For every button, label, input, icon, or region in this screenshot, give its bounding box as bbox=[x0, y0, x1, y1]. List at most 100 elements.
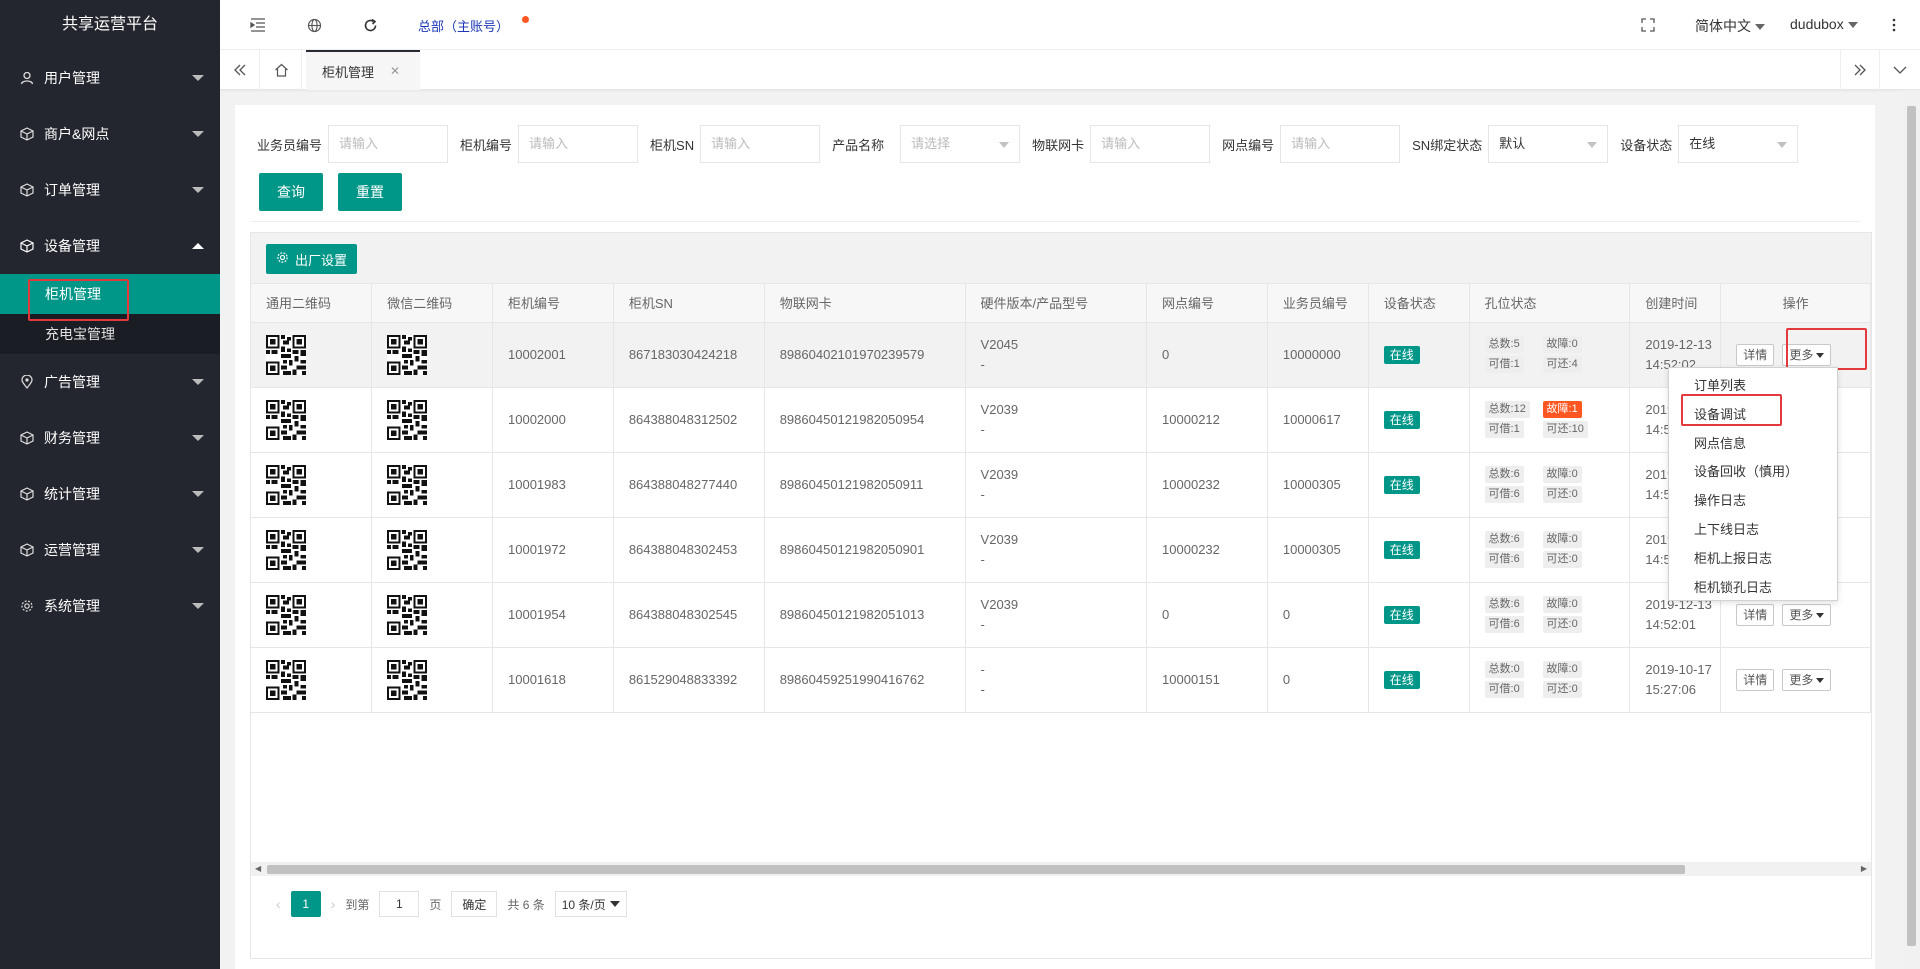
chevron-down-icon bbox=[1777, 142, 1788, 148]
page-size-select[interactable]: 10 条/页 bbox=[554, 891, 627, 917]
tabs-scroll-left-icon[interactable] bbox=[220, 50, 260, 90]
language-select[interactable]: 简体中文 bbox=[1695, 16, 1765, 36]
sidebar-item-operations[interactable]: 运营管理 bbox=[0, 522, 220, 578]
factory-reset-button[interactable]: 出厂设置 bbox=[266, 244, 358, 274]
sidebar-item-merchant[interactable]: 商户&网点 bbox=[0, 106, 220, 162]
product-model: - bbox=[980, 681, 985, 697]
next-page-icon[interactable]: › bbox=[331, 896, 336, 912]
reset-button[interactable]: 重置 bbox=[338, 173, 402, 211]
status-badge: 在线 bbox=[1383, 345, 1420, 364]
prev-page-icon[interactable]: ‹ bbox=[276, 896, 281, 912]
outlet-no-input[interactable]: 请输入 bbox=[1280, 125, 1401, 163]
iot-card-input[interactable]: 请输入 bbox=[1090, 125, 1211, 163]
qrcode-icon[interactable] bbox=[387, 334, 492, 375]
filter-row: 业务员编号 请输入 柜机编号 请输入 柜机SN 请输入 产品名称 请选择 物联网… bbox=[257, 125, 1810, 163]
query-button[interactable]: 查询 bbox=[259, 173, 323, 211]
sidebar-item-user-management[interactable]: 用户管理 bbox=[0, 50, 220, 106]
qrcode-icon[interactable] bbox=[266, 529, 371, 570]
qrcode-icon[interactable] bbox=[266, 659, 371, 700]
sn-bind-select[interactable]: 默认 bbox=[1488, 125, 1609, 163]
status-badge: 在线 bbox=[1383, 605, 1420, 624]
salesman-input[interactable]: 请输入 bbox=[328, 125, 449, 163]
menu-item-device-debug[interactable]: 设备调试 bbox=[1669, 401, 1837, 430]
detail-button[interactable]: 详情 bbox=[1736, 603, 1775, 626]
close-icon[interactable]: ✕ bbox=[390, 64, 400, 78]
sidebar-item-finance[interactable]: 财务管理 bbox=[0, 410, 220, 466]
vertical-scrollbar[interactable] bbox=[1903, 90, 1920, 969]
sidebar-item-system[interactable]: 系统管理 bbox=[0, 578, 220, 634]
filter-label: 产品名称 bbox=[832, 137, 885, 153]
more-button[interactable]: 更多 bbox=[1782, 603, 1832, 626]
more-button[interactable]: 更多 bbox=[1782, 343, 1832, 366]
sidebar-subitem-cabinet[interactable]: 柜机管理 bbox=[0, 274, 220, 314]
qrcode-icon[interactable] bbox=[387, 529, 492, 570]
menu-item-lock-log[interactable]: 柜机锁孔日志 bbox=[1669, 574, 1837, 603]
cabinet-sn-input[interactable]: 请输入 bbox=[700, 125, 821, 163]
chevron-down-icon bbox=[192, 75, 204, 81]
product-model: - bbox=[980, 616, 985, 632]
qrcode-icon[interactable] bbox=[266, 399, 371, 440]
goto-page-input[interactable]: 1 bbox=[379, 891, 420, 917]
menu-item-online-log[interactable]: 上下线日志 bbox=[1669, 516, 1837, 545]
sidebar-item-statistics[interactable]: 统计管理 bbox=[0, 466, 220, 522]
sidebar-item-ads[interactable]: 广告管理 bbox=[0, 354, 220, 410]
qr-cell bbox=[251, 647, 373, 713]
page-current[interactable]: 1 bbox=[290, 891, 321, 917]
detail-button[interactable]: 详情 bbox=[1736, 668, 1775, 691]
hardware-cell: V2039 - bbox=[965, 582, 1148, 648]
outlet-no-cell: 10000212 bbox=[1146, 387, 1268, 453]
col-header: 设备状态 bbox=[1368, 284, 1470, 323]
hardware-cell: V2039 - bbox=[965, 387, 1148, 453]
cabinet-sn-cell: 867183030424218 bbox=[613, 322, 765, 388]
slot-returnable: 可还:0 bbox=[1542, 551, 1582, 568]
scrollbar-thumb[interactable] bbox=[267, 865, 1685, 874]
scroll-right-arrow-icon[interactable]: ▶ bbox=[1861, 864, 1867, 873]
qrcode-icon[interactable] bbox=[266, 334, 371, 375]
gear-icon bbox=[20, 599, 34, 613]
menu-item-operation-log[interactable]: 操作日志 bbox=[1669, 487, 1837, 516]
menu-item-order-list[interactable]: 订单列表 bbox=[1669, 372, 1837, 401]
tabs-dropdown-icon[interactable] bbox=[1880, 50, 1920, 90]
qrcode-icon[interactable] bbox=[387, 399, 492, 440]
iot-card-cell: 89860450121982050954 bbox=[764, 387, 966, 453]
sidebar-item-label: 用户管理 bbox=[44, 70, 100, 86]
org-switch-link[interactable]: 总部（主账号） bbox=[418, 16, 509, 35]
qrcode-icon[interactable] bbox=[266, 464, 371, 505]
sidebar-item-orders[interactable]: 订单管理 bbox=[0, 162, 220, 218]
menu-fold-icon[interactable] bbox=[248, 15, 268, 35]
chevron-down-icon bbox=[1587, 142, 1598, 148]
tabs-scroll-right-icon[interactable] bbox=[1840, 50, 1880, 90]
more-button[interactable]: 更多 bbox=[1782, 668, 1832, 691]
tab-cabinet-management[interactable]: 柜机管理 ✕ bbox=[306, 50, 420, 90]
menu-item-report-log[interactable]: 柜机上报日志 bbox=[1669, 545, 1837, 574]
qrcode-icon[interactable] bbox=[387, 659, 492, 700]
cabinet-no-input[interactable]: 请输入 bbox=[518, 125, 639, 163]
tabs-bar: 柜机管理 ✕ bbox=[220, 50, 1920, 90]
qrcode-icon[interactable] bbox=[387, 594, 492, 635]
qrcode-icon[interactable] bbox=[387, 464, 492, 505]
menu-item-outlet-info[interactable]: 网点信息 bbox=[1669, 430, 1837, 459]
user-name: dudubox bbox=[1790, 16, 1844, 32]
slot-returnable: 可还:0 bbox=[1542, 486, 1582, 503]
user-menu[interactable]: dudubox bbox=[1790, 16, 1858, 32]
detail-button[interactable]: 详情 bbox=[1736, 343, 1775, 366]
horizontal-scrollbar[interactable]: ◀ ▶ bbox=[251, 862, 1871, 876]
product-select[interactable]: 请选择 bbox=[900, 125, 1021, 163]
goto-label: 到第 bbox=[345, 897, 370, 912]
device-status-select[interactable]: 在线 bbox=[1678, 125, 1799, 163]
menu-item-device-recycle[interactable]: 设备回收（慎用） bbox=[1669, 458, 1837, 487]
total-count: 共 6 条 bbox=[507, 897, 545, 912]
hardware-version: V2045 bbox=[980, 336, 1019, 352]
globe-icon[interactable] bbox=[304, 15, 324, 35]
fullscreen-icon[interactable] bbox=[1638, 15, 1658, 35]
goto-confirm-button[interactable]: 确定 bbox=[451, 891, 498, 917]
more-vertical-icon[interactable] bbox=[1884, 15, 1904, 35]
scroll-left-arrow-icon[interactable]: ◀ bbox=[255, 864, 261, 873]
qr-cell bbox=[251, 517, 373, 583]
refresh-icon[interactable] bbox=[360, 15, 380, 35]
sidebar-item-devices[interactable]: 设备管理 bbox=[0, 218, 220, 274]
sidebar-subitem-powerbank[interactable]: 充电宝管理 bbox=[0, 314, 220, 354]
home-icon[interactable] bbox=[262, 50, 302, 90]
qrcode-icon[interactable] bbox=[266, 594, 371, 635]
scrollbar-thumb[interactable] bbox=[1907, 106, 1916, 946]
